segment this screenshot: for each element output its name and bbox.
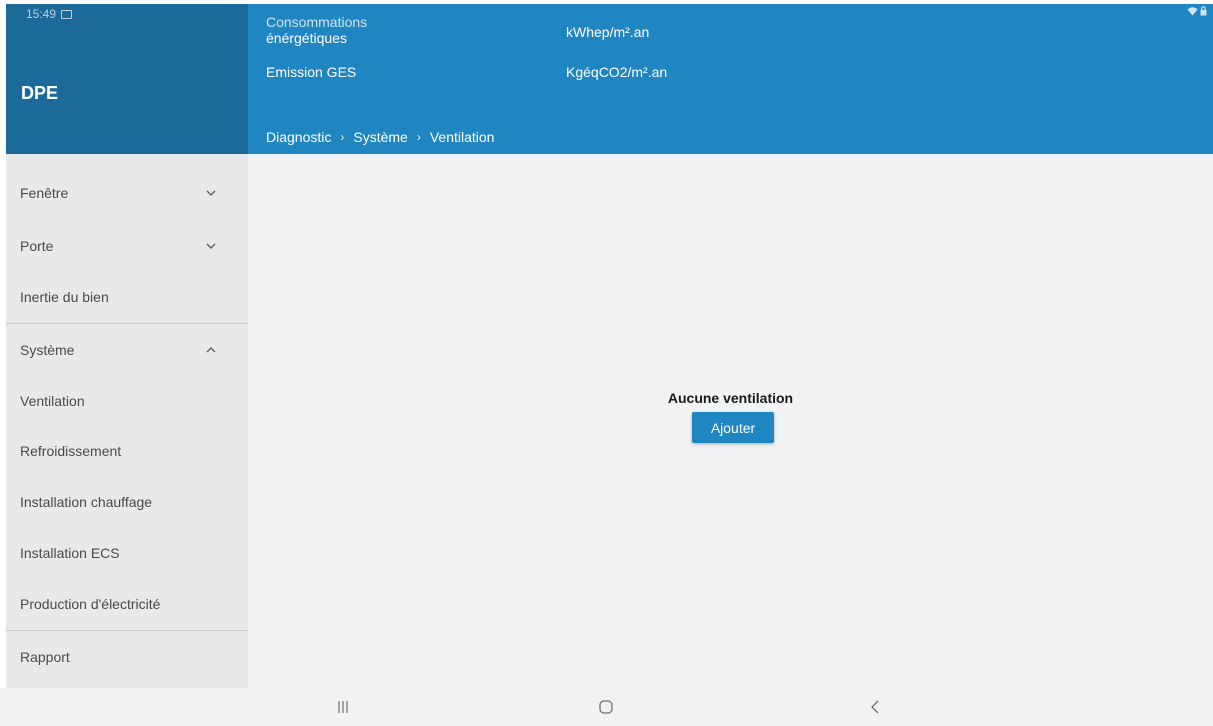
sidebar-item-label: Ventilation bbox=[20, 393, 85, 409]
sidebar-item-label: Installation ECS bbox=[20, 545, 120, 561]
sidebar-item-installation-chauffage[interactable]: Installation chauffage bbox=[6, 477, 248, 527]
main-content: Aucune ventilation Ajouter bbox=[248, 154, 1213, 688]
sidebar-item-production-electricite[interactable]: Production d'électricité bbox=[6, 579, 248, 629]
app-window: 15:49 DPE Consommations énérgétiques kWh… bbox=[6, 4, 1213, 688]
sidebar-item-installation-ecs[interactable]: Installation ECS bbox=[6, 528, 248, 578]
breadcrumb-ventilation: Ventilation bbox=[429, 129, 495, 145]
chevron-up-icon bbox=[206, 347, 216, 353]
sidebar-item-label: Production d'électricité bbox=[20, 596, 161, 612]
status-bar-time: 15:49 bbox=[26, 7, 73, 21]
sidebar-item-label: Inertie du bien bbox=[20, 289, 109, 305]
chevron-right-icon: › bbox=[340, 130, 345, 144]
breadcrumb-systeme[interactable]: Système bbox=[353, 129, 407, 145]
sidebar-item-label: Système bbox=[20, 342, 75, 358]
breadcrumb-diagnostic[interactable]: Diagnostic bbox=[266, 129, 331, 145]
sidebar-divider bbox=[6, 323, 248, 324]
energy-header: Consommations énérgétiques kWhep/m².an E… bbox=[248, 4, 1213, 154]
sidebar-item-rapport[interactable]: Rapport bbox=[6, 632, 248, 682]
ges-unit: KgéqCO2/m².an bbox=[566, 64, 668, 80]
status-icons bbox=[1187, 6, 1207, 16]
image-notification-icon bbox=[61, 9, 73, 19]
android-nav-bar bbox=[0, 688, 1213, 726]
sidebar-item-refroidissement[interactable]: Refroidissement bbox=[6, 426, 248, 476]
sidebar-item-label: Rapport bbox=[20, 649, 70, 665]
chevron-down-icon bbox=[206, 190, 216, 196]
sidebar-item-systeme[interactable]: Système bbox=[6, 325, 248, 375]
sidebar-item-label: Fenêtre bbox=[20, 185, 69, 201]
status-time: 15:49 bbox=[26, 7, 57, 21]
sidebar-item-fenetre[interactable]: Fenêtre bbox=[6, 168, 248, 218]
consommations-label-line2: énérgétiques bbox=[266, 30, 347, 46]
empty-state-text: Aucune ventilation bbox=[667, 390, 794, 406]
recent-apps-button[interactable] bbox=[313, 688, 373, 726]
recent-apps-icon bbox=[338, 701, 348, 713]
sidebar-divider bbox=[6, 630, 248, 631]
chevron-right-icon: › bbox=[416, 130, 421, 144]
ges-label: Emission GES bbox=[266, 64, 357, 80]
lock-icon bbox=[1200, 6, 1207, 16]
sidebar-item-label: Porte bbox=[20, 238, 54, 254]
sidebar-item-label: Refroidissement bbox=[20, 443, 122, 459]
consommations-label: Consommations énérgétiques bbox=[266, 14, 416, 46]
app-title: DPE bbox=[21, 83, 59, 103]
breadcrumb: Diagnostic › Système › Ventilation bbox=[266, 129, 494, 145]
sidebar-item-ventilation[interactable]: Ventilation bbox=[6, 376, 248, 426]
sidebar: Fenêtre Porte Inertie du bien Système Ve… bbox=[6, 154, 248, 688]
wifi-icon bbox=[1187, 7, 1198, 16]
sidebar-item-porte[interactable]: Porte bbox=[6, 221, 248, 271]
add-button[interactable]: Ajouter bbox=[692, 412, 774, 443]
consommations-unit: kWhep/m².an bbox=[566, 24, 650, 40]
sidebar-item-inertie[interactable]: Inertie du bien bbox=[6, 272, 248, 322]
chevron-down-icon bbox=[206, 243, 216, 249]
sidebar-item-label: Installation chauffage bbox=[20, 494, 153, 510]
home-icon bbox=[599, 700, 613, 714]
back-button[interactable] bbox=[845, 688, 905, 726]
consommations-label-line1: Consommations bbox=[266, 14, 368, 30]
back-icon bbox=[871, 700, 879, 714]
app-header-left: 15:49 DPE bbox=[6, 4, 248, 154]
home-button[interactable] bbox=[576, 688, 636, 726]
